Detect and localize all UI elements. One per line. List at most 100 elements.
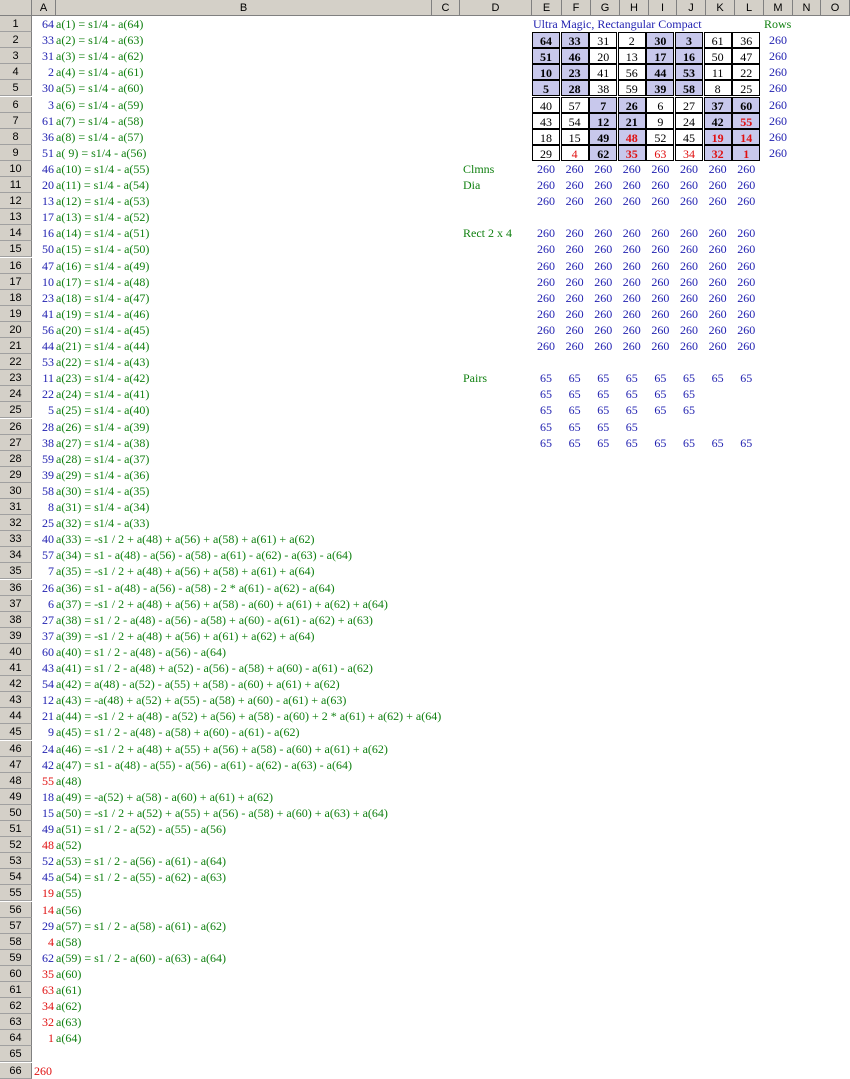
square-cell[interactable]: 54 xyxy=(560,112,589,129)
cell-a10[interactable]: 46 xyxy=(32,161,54,177)
cell-a12[interactable]: 13 xyxy=(32,193,54,209)
cell-a14[interactable]: 16 xyxy=(32,225,54,241)
rect-sum[interactable]: 260 xyxy=(532,241,560,257)
row-header-62[interactable]: 62 xyxy=(0,998,32,1015)
square-cell[interactable]: 7 xyxy=(589,96,618,113)
square-cell[interactable]: 58 xyxy=(675,80,703,97)
row-header-16[interactable]: 16 xyxy=(0,257,32,274)
row-header-22[interactable]: 22 xyxy=(0,354,32,371)
cell-a64[interactable]: 1 xyxy=(32,1030,54,1046)
cell-a3[interactable]: 31 xyxy=(32,48,54,64)
rect-sum[interactable]: 260 xyxy=(561,306,589,322)
cell-b2[interactable]: a(2) = s1/4 - a(63) xyxy=(56,32,143,48)
cell-a54[interactable]: 45 xyxy=(32,869,54,885)
column-header-a[interactable]: A xyxy=(32,0,56,16)
cell-a34[interactable]: 57 xyxy=(32,547,54,563)
cell-a2[interactable]: 33 xyxy=(32,32,54,48)
row-header-19[interactable]: 19 xyxy=(0,305,32,322)
rect-sum[interactable]: 260 xyxy=(532,258,560,274)
cell-a37[interactable]: 6 xyxy=(32,596,54,612)
cell-b45[interactable]: a(45) = s1 / 2 - a(48) - a(58) + a(60) -… xyxy=(56,724,299,740)
pair-sum[interactable]: 65 xyxy=(561,435,589,451)
cell-b35[interactable]: a(35) = -s1 / 2 + a(48) + a(56) + a(58) … xyxy=(56,563,315,579)
rect-sum[interactable]: 260 xyxy=(646,241,674,257)
square-cell[interactable]: 6 xyxy=(646,96,675,113)
column-header-b[interactable]: B xyxy=(56,0,432,16)
cell-a26[interactable]: 28 xyxy=(32,419,54,435)
row-sum[interactable]: 260 xyxy=(764,32,792,48)
cell-a35[interactable]: 7 xyxy=(32,563,54,579)
row-header-28[interactable]: 28 xyxy=(0,450,32,467)
pair-sum[interactable]: 65 xyxy=(589,435,617,451)
cell-b15[interactable]: a(15) = s1/4 - a(50) xyxy=(56,241,149,257)
column-header-f[interactable]: F xyxy=(562,0,591,16)
cell-a52[interactable]: 48 xyxy=(32,837,54,853)
rect-sum[interactable]: 260 xyxy=(561,338,589,354)
square-cell[interactable]: 45 xyxy=(675,128,703,145)
column-header-o[interactable]: O xyxy=(821,0,850,16)
square-cell[interactable]: 56 xyxy=(617,64,646,81)
cell-b57[interactable]: a(57) = s1 / 2 - a(58) - a(61) - a(62) xyxy=(56,918,226,934)
row-header-53[interactable]: 53 xyxy=(0,853,32,870)
cell-a51[interactable]: 49 xyxy=(32,821,54,837)
cell-a5[interactable]: 30 xyxy=(32,80,54,96)
row-sum[interactable]: 260 xyxy=(764,97,792,113)
rect-sum[interactable]: 260 xyxy=(618,241,646,257)
rect-sum[interactable]: 260 xyxy=(589,338,617,354)
column-header-k[interactable]: K xyxy=(706,0,735,16)
square-cell[interactable]: 23 xyxy=(560,64,589,81)
rect-sum[interactable]: 260 xyxy=(732,241,760,257)
square-cell[interactable]: 20 xyxy=(589,48,618,65)
diagonal-sum[interactable]: 260 xyxy=(532,193,560,209)
diagonal-sum[interactable]: 260 xyxy=(732,177,760,193)
cell-b33[interactable]: a(33) = -s1 / 2 + a(48) + a(56) + a(58) … xyxy=(56,531,315,547)
square-cell[interactable]: 32 xyxy=(703,144,732,161)
row-header-47[interactable]: 47 xyxy=(0,756,32,773)
cell-a23[interactable]: 11 xyxy=(32,370,54,386)
row-header-25[interactable]: 25 xyxy=(0,402,32,419)
cell-b30[interactable]: a(30) = s1/4 - a(35) xyxy=(56,483,149,499)
cell-a43[interactable]: 12 xyxy=(32,692,54,708)
row-header-27[interactable]: 27 xyxy=(0,434,32,451)
square-cell[interactable]: 55 xyxy=(732,112,761,129)
square-cell[interactable]: 14 xyxy=(732,128,761,145)
rect-sum[interactable]: 260 xyxy=(732,338,760,354)
row-header-66[interactable]: 66 xyxy=(0,1062,32,1079)
row-header-21[interactable]: 21 xyxy=(0,338,32,354)
row-header-33[interactable]: 33 xyxy=(0,531,32,548)
row-header-52[interactable]: 52 xyxy=(0,837,32,854)
rect-sum[interactable]: 260 xyxy=(732,306,760,322)
row-header-2[interactable]: 2 xyxy=(0,32,32,49)
pair-sum[interactable]: 65 xyxy=(561,370,589,386)
row-header-38[interactable]: 38 xyxy=(0,611,32,628)
cell-b1[interactable]: a(1) = s1/4 - a(64) xyxy=(56,16,143,32)
pair-sum[interactable]: 65 xyxy=(618,402,646,418)
rect-sum[interactable]: 260 xyxy=(732,225,760,241)
cell-a47[interactable]: 42 xyxy=(32,757,54,773)
square-cell[interactable]: 16 xyxy=(675,48,703,65)
rect-sum[interactable]: 260 xyxy=(646,338,674,354)
row-header-13[interactable]: 13 xyxy=(0,209,32,226)
pair-sum[interactable]: 65 xyxy=(561,386,589,402)
square-cell[interactable]: 35 xyxy=(617,144,646,161)
rect-sum[interactable]: 260 xyxy=(732,274,760,290)
row-header-4[interactable]: 4 xyxy=(0,64,32,81)
column-sum[interactable]: 260 xyxy=(732,161,760,177)
rect-sum[interactable]: 260 xyxy=(646,322,674,338)
square-cell[interactable]: 63 xyxy=(646,144,675,161)
cell-b48[interactable]: a(48) xyxy=(56,773,81,789)
row-header-12[interactable]: 12 xyxy=(0,193,32,210)
cell-a66[interactable]: 260 xyxy=(34,1063,56,1079)
row-header-5[interactable]: 5 xyxy=(0,80,32,97)
cell-a19[interactable]: 41 xyxy=(32,306,54,322)
cell-a38[interactable]: 27 xyxy=(32,612,54,628)
rect-sum[interactable]: 260 xyxy=(704,274,732,290)
cell-a15[interactable]: 50 xyxy=(32,241,54,257)
square-cell[interactable]: 1 xyxy=(732,144,761,161)
row-sum[interactable]: 260 xyxy=(764,80,792,96)
cell-b46[interactable]: a(46) = -s1 / 2 + a(48) + a(55) + a(56) … xyxy=(56,741,388,757)
diagonal-sum[interactable]: 260 xyxy=(732,193,760,209)
row-header-37[interactable]: 37 xyxy=(0,595,32,612)
square-cell[interactable]: 4 xyxy=(560,144,589,161)
row-header-39[interactable]: 39 xyxy=(0,627,32,644)
